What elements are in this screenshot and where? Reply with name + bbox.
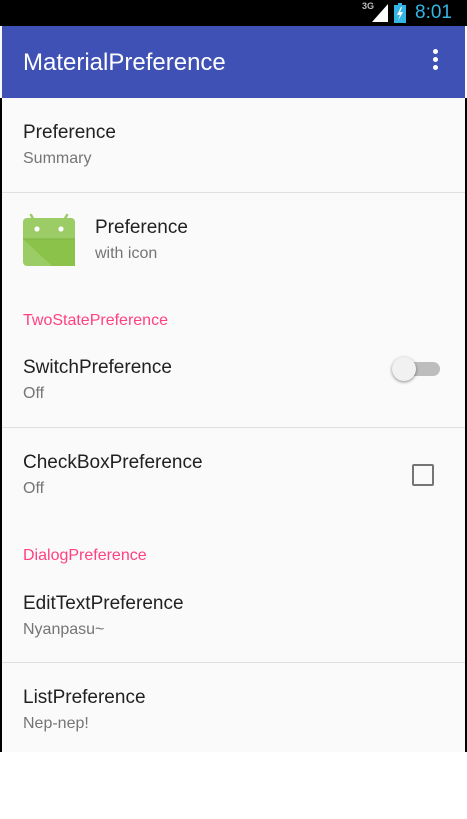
edit-text-preference-item[interactable]: EditTextPreference Nyanpasu~ [2, 578, 465, 662]
preference-summary: Off [23, 385, 45, 402]
category-header-two-state: TwoStatePreference [23, 312, 168, 329]
preference-item[interactable]: Preference Summary [2, 98, 465, 192]
preference-summary: Summary [23, 150, 92, 167]
app-bar: MaterialPreference [2, 26, 465, 98]
switch-preference-item[interactable]: SwitchPreference Off [2, 343, 465, 427]
signal-icon [372, 4, 388, 22]
app-title: MaterialPreference [23, 49, 226, 76]
preference-with-icon-item[interactable]: Preference with icon [2, 193, 465, 289]
preference-title: SwitchPreference [23, 357, 172, 378]
preference-title: EditTextPreference [23, 593, 184, 614]
switch-toggle[interactable] [392, 354, 442, 384]
category-header-dialog: DialogPreference [23, 547, 147, 564]
preference-summary: Off [23, 480, 45, 497]
preference-title: Preference [23, 122, 116, 143]
preference-title: ListPreference [23, 687, 146, 708]
battery-charging-icon [394, 3, 406, 23]
preference-summary: with icon [95, 245, 158, 262]
preference-title: Preference [95, 217, 188, 238]
blank-area [0, 752, 467, 819]
android-icon [23, 213, 75, 266]
checkbox-preference-item[interactable]: CheckBoxPreference Off [2, 428, 465, 524]
switch-thumb [392, 357, 416, 381]
status-bar: 3G 8:01 [0, 0, 467, 26]
more-vert-icon[interactable] [422, 46, 448, 80]
screen-edge-left [0, 98, 2, 752]
list-preference-item[interactable]: ListPreference Nep-nep! [2, 663, 465, 752]
preference-summary: Nep-nep! [23, 715, 89, 732]
preference-title: CheckBoxPreference [23, 452, 203, 473]
preference-summary: Nyanpasu~ [23, 621, 105, 638]
status-clock: 8:01 [415, 2, 452, 23]
settings-screen: 3G 8:01 MaterialPreference Preference Su… [0, 0, 467, 752]
checkbox[interactable] [412, 464, 434, 486]
